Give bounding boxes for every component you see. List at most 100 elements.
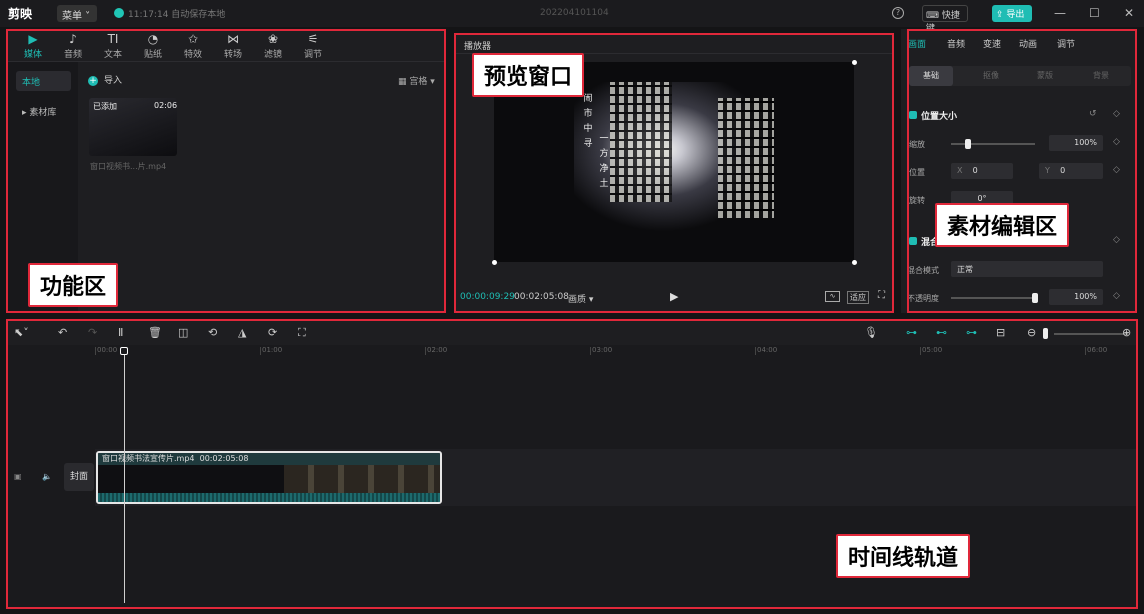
export-button[interactable]: ⇪ 导出 <box>992 5 1032 22</box>
microphone-icon[interactable]: 🎙 <box>864 326 878 339</box>
blend-mode-select[interactable]: 正常 <box>951 261 1103 277</box>
scale-input[interactable]: 100% <box>1049 135 1103 151</box>
export-label: 导出 <box>1006 10 1025 20</box>
tab-audio[interactable]: 音频 <box>947 37 965 50</box>
delete-icon[interactable]: 🗑 <box>148 326 162 339</box>
ruler-tick <box>755 347 756 355</box>
blend-checkbox[interactable] <box>909 237 917 245</box>
ruler-tick <box>260 347 261 355</box>
mirror-icon[interactable]: ◮ <box>238 326 246 339</box>
crop-icon[interactable]: ⛶ <box>298 326 306 340</box>
waveform-icon[interactable]: ∿ <box>825 291 840 302</box>
tool-media[interactable]: ▶ 媒体 <box>14 31 52 60</box>
split-icon[interactable]: Ⅱ <box>118 326 123 339</box>
help-icon[interactable]: ? <box>892 7 904 19</box>
tool-audio[interactable]: ♪ 音频 <box>54 31 92 60</box>
position-y-input[interactable]: Y 0 <box>1039 163 1103 179</box>
subtab-cutout[interactable]: 抠像 <box>983 70 999 81</box>
select-tool-icon[interactable]: ⬉˅ <box>14 326 29 339</box>
tab-adjust[interactable]: 调节 <box>1057 37 1075 50</box>
media-duration: 02:06 <box>154 101 178 110</box>
scale-slider[interactable] <box>951 143 1035 145</box>
ruler-tick <box>1085 347 1086 355</box>
fit-button[interactable]: 适应 <box>847 291 869 304</box>
crop-handle[interactable] <box>852 260 857 265</box>
undo-icon[interactable]: ↶ <box>58 326 67 339</box>
tool-label: 调节 <box>303 50 322 60</box>
menu-button[interactable]: 菜单 ˅ <box>57 5 97 22</box>
tool-sticker[interactable]: ◔ 贴纸 <box>134 31 172 60</box>
tool-transition[interactable]: ⋈ 转场 <box>214 31 252 60</box>
subtab-background[interactable]: 背景 <box>1093 70 1109 81</box>
freeze-icon[interactable]: ◫ <box>178 326 188 339</box>
snap-icon[interactable]: ⊶ <box>906 326 917 339</box>
opacity-slider[interactable] <box>951 297 1035 299</box>
clip-waveform <box>98 493 440 502</box>
playhead-handle[interactable] <box>120 347 128 355</box>
zoom-slider-knob[interactable] <box>1043 328 1048 339</box>
reset-icon[interactable]: ↺ <box>1089 109 1097 119</box>
zoom-in-icon[interactable]: ⊕ <box>1122 326 1131 339</box>
vertical-text-line: 一 方 净 土 <box>598 132 610 192</box>
maximize-button[interactable]: ☐ <box>1089 6 1100 20</box>
reverse-icon[interactable]: ⟲ <box>208 326 217 339</box>
zoom-out-icon[interactable]: ⊖ <box>1027 326 1036 339</box>
opacity-input[interactable]: 100% <box>1049 289 1103 305</box>
keyframe-icon[interactable]: ◇ <box>1113 291 1120 301</box>
vertical-char: 中 <box>583 124 593 134</box>
view-mode-button[interactable]: ▦ 宫格 ▾ <box>398 74 435 87</box>
tab-speed[interactable]: 变速 <box>983 37 1001 50</box>
scale-slider-knob[interactable] <box>964 139 971 149</box>
zoom-slider[interactable] <box>1054 333 1128 335</box>
close-button[interactable]: ✕ <box>1124 6 1134 20</box>
keyframe-icon[interactable]: ◇ <box>1113 137 1120 147</box>
redo-icon[interactable]: ↷ <box>88 326 97 339</box>
tool-filter[interactable]: ❀ 滤镜 <box>254 31 292 60</box>
tab-picture[interactable]: 画面 <box>908 37 926 50</box>
fullscreen-icon[interactable]: ⛶ <box>878 290 885 301</box>
track-visibility-icon[interactable]: ▣ <box>14 472 22 481</box>
keyframe-icon[interactable]: ◇ <box>1113 109 1120 119</box>
position-x-input[interactable]: X 0 <box>951 163 1013 179</box>
play-button[interactable]: ▶ <box>670 290 678 303</box>
subtab-mask[interactable]: 蒙版 <box>1037 70 1053 81</box>
tool-effects[interactable]: ✩ 特效 <box>174 31 212 60</box>
rotate-icon[interactable]: ⟳ <box>268 326 277 339</box>
crop-handle[interactable] <box>492 260 497 265</box>
video-clip[interactable]: 窗口视频书法宣传片.mp4 00:02:05:08 <box>96 451 442 504</box>
preview-axis-icon[interactable]: ⊶ <box>966 326 977 339</box>
media-icon: ▶ <box>28 32 38 46</box>
filter-icon: ❀ <box>267 32 279 46</box>
track-mute-icon[interactable]: 🔈 <box>42 472 52 481</box>
playhead-line[interactable] <box>124 351 125 603</box>
app-logo: 剪映 <box>8 7 33 21</box>
subtab-basic[interactable]: 基础 <box>909 66 953 86</box>
shortcut-button[interactable]: ⌨ 快捷键 <box>922 5 968 34</box>
crop-handle[interactable] <box>852 60 857 65</box>
keyframe-icon[interactable]: ◇ <box>1113 235 1120 245</box>
y-value: 0 <box>1060 166 1066 175</box>
function-panel: ▶ 媒体 ♪ 音频 TI 文本 ◔ 贴纸 ✩ 特效 ⋈ 转场 ❀ 滤镜 ⚟ 调节 本地 ▸ 素材… <box>6 29 446 313</box>
minimize-button[interactable]: — <box>1054 6 1066 20</box>
scale-label: 缩放 <box>909 140 925 149</box>
ruler-tick <box>95 347 96 355</box>
sidebar-item-local[interactable]: 本地 <box>16 71 71 91</box>
quality-select[interactable]: 画质 ▾ <box>568 292 593 305</box>
link-icon[interactable]: ⊷ <box>936 326 947 339</box>
center-icon[interactable]: ⊟ <box>996 326 1005 339</box>
opacity-slider-knob[interactable] <box>1032 293 1038 303</box>
tool-text[interactable]: TI 文本 <box>94 31 132 60</box>
tool-adjust[interactable]: ⚟ 调节 <box>294 31 332 60</box>
ruler-label: 04:00 <box>757 346 778 354</box>
timeline-toolbar: ⬉˅ ↶ ↷ Ⅱ 🗑 ◫ ⟲ ◮ ⟳ ⛶ 🎙 ⊶ ⊷ ⊶ ⊟ ⊖ ⊕ <box>8 321 1136 345</box>
text-icon: TI <box>107 32 119 46</box>
vertical-char: 净 <box>599 164 609 174</box>
sidebar-item-library[interactable]: ▸ 素材库 <box>16 101 71 121</box>
media-filename: 窗口视频书...片.mp4 <box>90 162 167 171</box>
tab-animation[interactable]: 动画 <box>1019 37 1037 50</box>
cover-button[interactable]: 封面 <box>64 463 94 491</box>
import-button[interactable]: + 导入 <box>88 73 122 86</box>
position-size-checkbox[interactable] <box>909 111 917 119</box>
keyframe-icon[interactable]: ◇ <box>1113 165 1120 175</box>
title-bar: 剪映 菜单 ˅ 11:17:14 自动保存本地 202204101104 ? ⌨… <box>0 0 1144 34</box>
